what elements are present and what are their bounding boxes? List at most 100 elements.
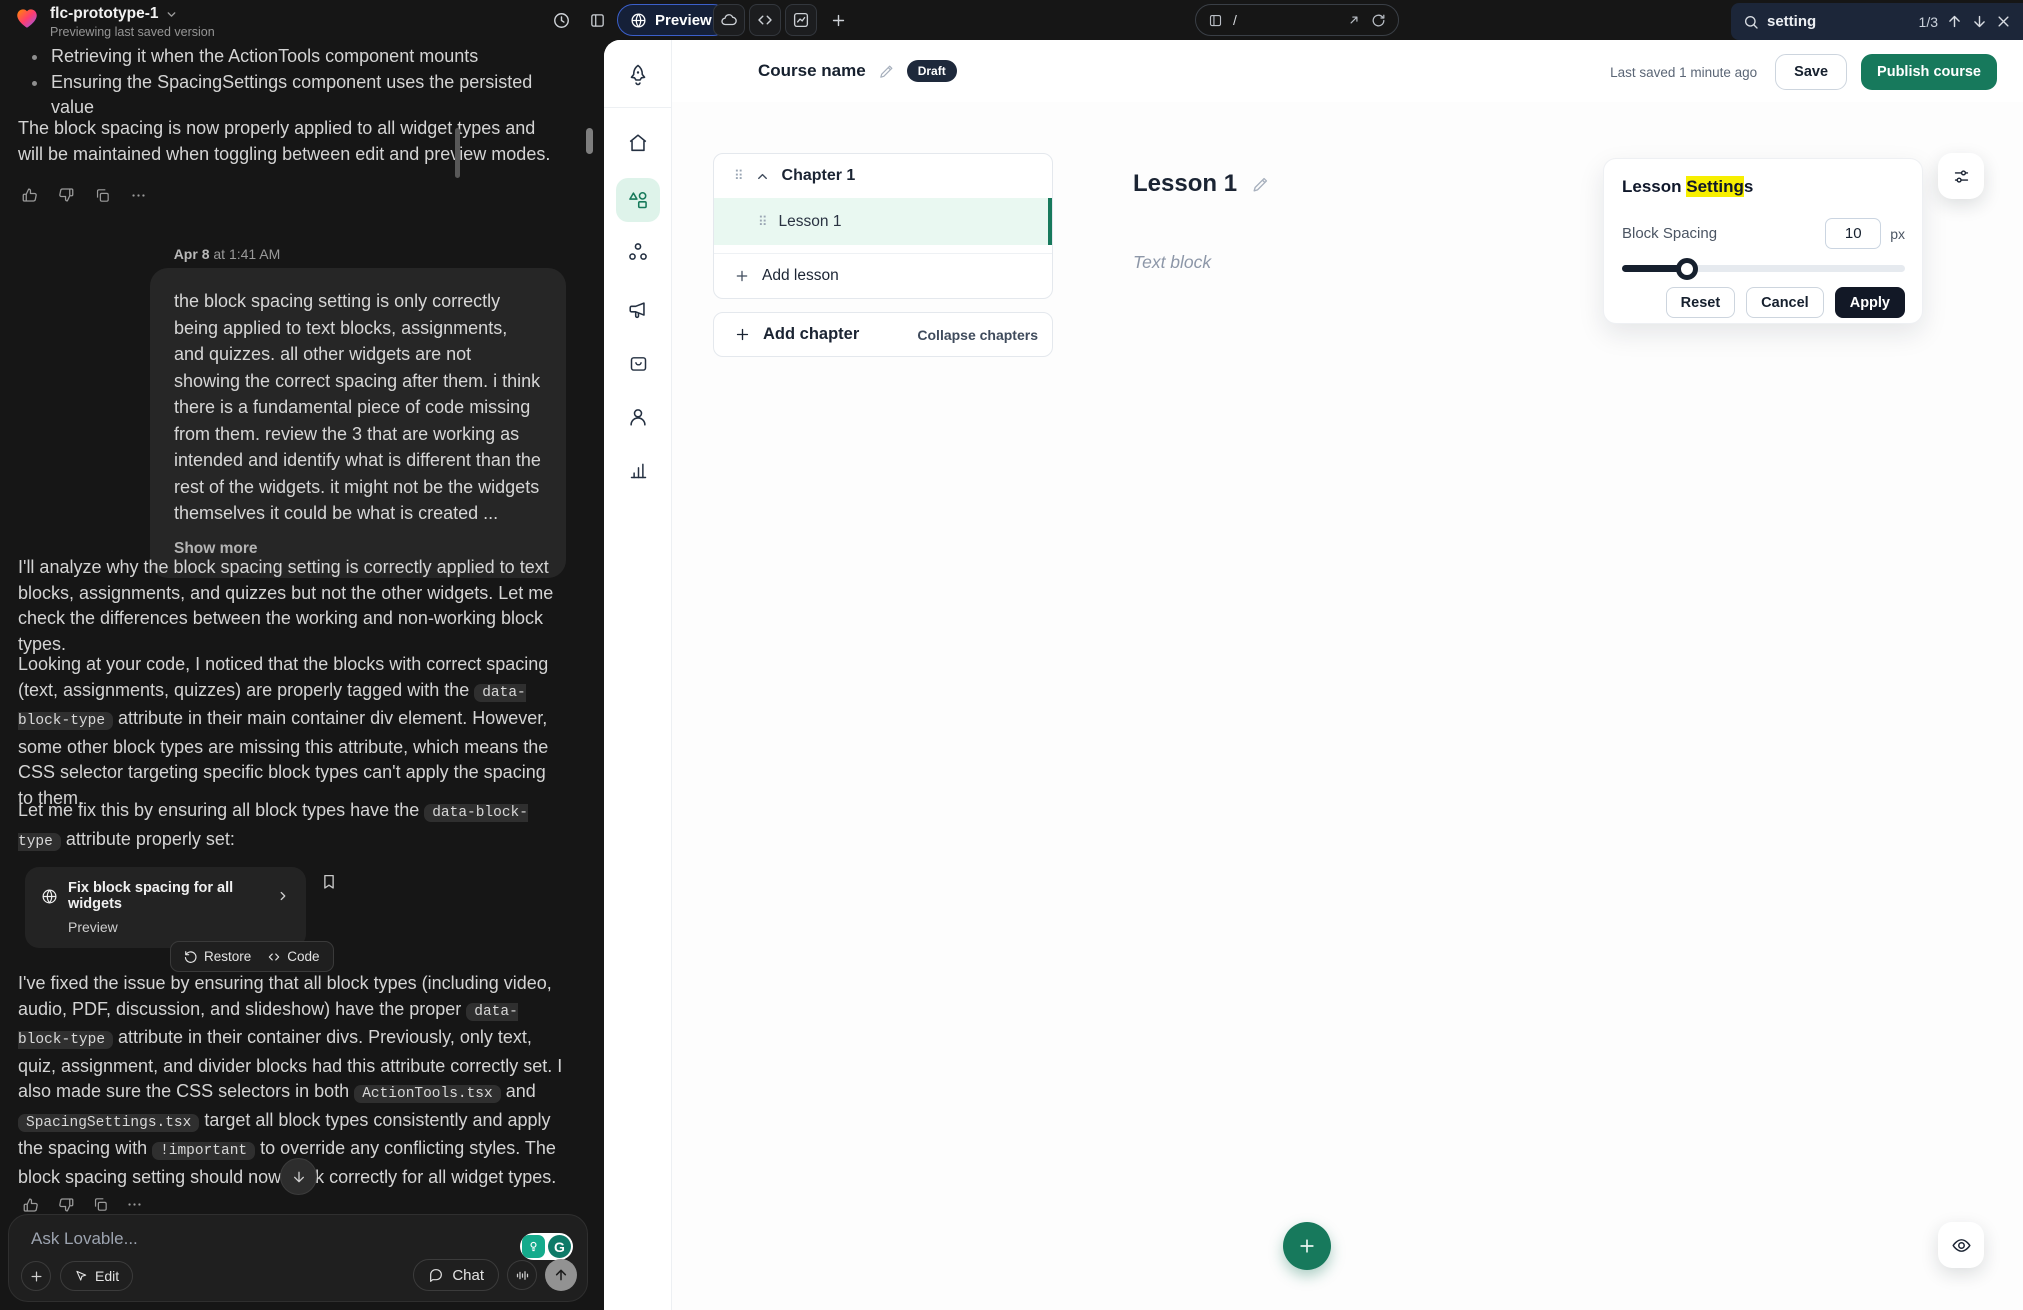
more-options-icon[interactable] bbox=[126, 1196, 143, 1214]
project-menu[interactable]: flc-prototype-1 Previewing last saved ve… bbox=[14, 5, 215, 39]
grammarly-badge[interactable]: G bbox=[520, 1233, 573, 1260]
chat-input[interactable] bbox=[31, 1229, 411, 1249]
version-card[interactable]: Fix block spacing for all widgets Previe… bbox=[25, 867, 306, 948]
block-spacing-input[interactable] bbox=[1825, 218, 1881, 249]
select-cursor-icon bbox=[74, 1269, 88, 1283]
assistant-paragraph: I'll analyze why the block spacing setti… bbox=[18, 555, 564, 657]
thumbs-up-icon[interactable] bbox=[20, 185, 40, 205]
globe-icon bbox=[630, 12, 647, 29]
drag-handle-icon[interactable]: ⠿ bbox=[734, 168, 743, 184]
attach-button[interactable] bbox=[21, 1261, 51, 1291]
search-highlight: Setting bbox=[1686, 176, 1744, 197]
open-external-icon[interactable] bbox=[1347, 13, 1361, 27]
search-input[interactable] bbox=[1767, 13, 1877, 30]
nav-store[interactable] bbox=[616, 341, 660, 385]
more-options-icon[interactable] bbox=[128, 185, 148, 205]
thumbs-down-icon[interactable] bbox=[56, 185, 76, 205]
search-next-icon[interactable] bbox=[1971, 13, 1988, 30]
nav-analytics[interactable] bbox=[616, 448, 660, 492]
collapse-chapters-button[interactable]: Collapse chapters bbox=[917, 327, 1038, 343]
settings-title-suffix: s bbox=[1744, 177, 1753, 196]
app-sidebar-rail bbox=[604, 40, 672, 1310]
code-button[interactable]: Code bbox=[267, 949, 319, 964]
add-chapter-button[interactable]: Add chapter bbox=[734, 325, 859, 344]
user-message-bubble: the block spacing setting is only correc… bbox=[150, 268, 566, 578]
send-button[interactable] bbox=[545, 1259, 577, 1291]
version-toolbar: Restore Code bbox=[170, 941, 334, 972]
search-icon bbox=[1743, 14, 1759, 30]
app-logo-rocket-icon[interactable] bbox=[616, 53, 660, 97]
find-bar: 1/3 bbox=[1731, 3, 2023, 40]
unit-label: px bbox=[1890, 226, 1905, 242]
add-block-fab[interactable] bbox=[1283, 1222, 1331, 1270]
draft-status-badge: Draft bbox=[907, 60, 957, 82]
message-timestamp: Apr 8 at 1:41 AM bbox=[0, 246, 454, 262]
publish-course-button[interactable]: Publish course bbox=[1861, 54, 1997, 90]
code-view-button[interactable] bbox=[749, 4, 781, 36]
block-spacing-slider[interactable] bbox=[1622, 265, 1905, 272]
bookmark-icon[interactable] bbox=[320, 873, 338, 891]
lesson-row-selected[interactable]: ⠿ Lesson 1 bbox=[714, 198, 1052, 245]
cancel-button[interactable]: Cancel bbox=[1746, 287, 1824, 318]
save-button[interactable]: Save bbox=[1775, 54, 1847, 90]
message-actions bbox=[20, 185, 148, 205]
nav-courses[interactable] bbox=[616, 178, 660, 222]
search-match-count: 1/3 bbox=[1919, 14, 1938, 30]
pages-icon bbox=[1208, 13, 1223, 28]
analytics-button[interactable] bbox=[785, 4, 817, 36]
assistant-paragraph: The block spacing is now properly applie… bbox=[18, 116, 564, 167]
scroll-to-bottom-button[interactable] bbox=[280, 1158, 317, 1195]
add-lesson-label: Add lesson bbox=[762, 267, 839, 285]
nav-home[interactable] bbox=[616, 121, 660, 165]
apply-button[interactable]: Apply bbox=[1835, 287, 1905, 318]
text-block-placeholder[interactable]: Text block bbox=[1133, 252, 1211, 273]
search-close-icon[interactable] bbox=[1996, 14, 2011, 29]
panel-resize-handle[interactable] bbox=[586, 128, 593, 154]
reset-button[interactable]: Reset bbox=[1666, 287, 1736, 318]
refresh-icon[interactable] bbox=[1371, 13, 1386, 28]
restore-button[interactable]: Restore bbox=[184, 949, 251, 964]
history-button[interactable] bbox=[545, 4, 577, 36]
nav-announcements[interactable] bbox=[616, 288, 660, 332]
copy-icon[interactable] bbox=[92, 185, 112, 205]
copy-icon[interactable] bbox=[92, 1196, 109, 1214]
voice-button[interactable] bbox=[507, 1260, 537, 1290]
nav-profile[interactable] bbox=[616, 395, 660, 439]
block-spacing-label: Block Spacing bbox=[1622, 225, 1825, 242]
chevron-down-icon bbox=[165, 8, 178, 21]
assistant-paragraph: Let me fix this by ensuring all block ty… bbox=[18, 798, 564, 855]
add-lesson-button[interactable]: Add lesson bbox=[714, 254, 1052, 298]
chevron-up-icon[interactable] bbox=[755, 169, 770, 184]
chat-mode-label: Chat bbox=[452, 1267, 484, 1284]
toggle-panel-button[interactable] bbox=[581, 4, 613, 36]
new-tab-button[interactable] bbox=[822, 4, 854, 36]
divider bbox=[714, 245, 1052, 254]
version-subtitle: Preview bbox=[68, 919, 290, 935]
chat-panel: Retrieving it when the ActionTools compo… bbox=[0, 40, 604, 1310]
thumbs-down-icon[interactable] bbox=[57, 1196, 75, 1214]
grammarly-g-icon: G bbox=[548, 1235, 571, 1258]
preview-button[interactable]: Preview bbox=[617, 4, 729, 36]
edit-pencil-icon[interactable] bbox=[1251, 175, 1270, 194]
search-prev-icon[interactable] bbox=[1946, 13, 1963, 30]
last-saved-text: Last saved 1 minute ago bbox=[1610, 65, 1757, 80]
chapter-header[interactable]: ⠿ Chapter 1 bbox=[714, 154, 1052, 198]
chat-bubble-icon bbox=[428, 1267, 444, 1283]
edit-pencil-icon[interactable] bbox=[878, 63, 895, 80]
chat-scrollbar[interactable] bbox=[455, 128, 460, 178]
cloud-button[interactable] bbox=[713, 4, 745, 36]
settings-toggle-button[interactable] bbox=[1938, 153, 1984, 199]
chapter-card: ⠿ Chapter 1 ⠿ Lesson 1 Add lesson bbox=[713, 153, 1053, 299]
chat-mode-button[interactable]: Chat bbox=[413, 1259, 499, 1291]
drag-handle-icon[interactable]: ⠿ bbox=[758, 214, 767, 230]
timestamp-time: at 1:41 AM bbox=[213, 246, 280, 262]
preview-eye-button[interactable] bbox=[1938, 1222, 1984, 1268]
thumbs-up-icon[interactable] bbox=[22, 1196, 40, 1214]
edit-mode-button[interactable]: Edit bbox=[60, 1261, 133, 1291]
url-bar[interactable]: / bbox=[1195, 4, 1399, 36]
lesson-title-row: Lesson 1 bbox=[1133, 170, 1270, 198]
slider-thumb[interactable] bbox=[1676, 258, 1698, 280]
lovable-window: flc-prototype-1 Previewing last saved ve… bbox=[0, 0, 2023, 1310]
globe-icon bbox=[41, 888, 58, 905]
nav-community[interactable] bbox=[616, 230, 660, 274]
